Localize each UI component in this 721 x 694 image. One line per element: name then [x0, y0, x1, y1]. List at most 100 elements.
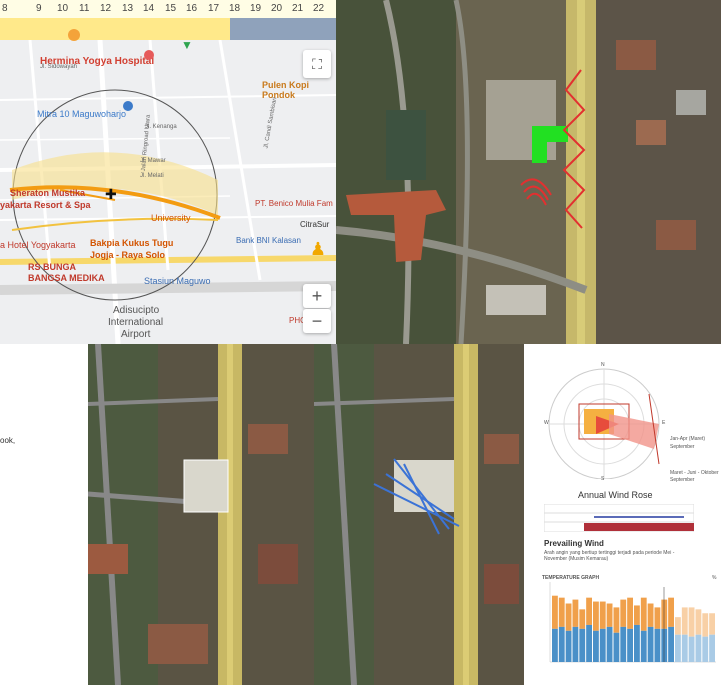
- hour-tick: 14: [143, 3, 155, 14]
- temp-bar-upper: [640, 597, 647, 631]
- place-mitra[interactable]: Mitra 10 Maguwoharjo: [37, 109, 126, 119]
- wind-annotation: Maret - Juni - Oktober: [670, 470, 719, 476]
- hour-tick: 11: [79, 3, 90, 14]
- hour-tick: 10: [57, 3, 69, 14]
- temp-bar-upper: [606, 603, 613, 627]
- green-pin-icon[interactable]: ▼: [181, 38, 193, 52]
- temp-bar-lower: [647, 626, 654, 662]
- place-sheraton-2[interactable]: yakarta Resort & Spa: [0, 200, 91, 210]
- hour-tick: 13: [122, 3, 134, 14]
- place-airport-3[interactable]: Airport: [121, 329, 150, 340]
- temp-bar-lower: [586, 624, 592, 662]
- wind-annotation: September: [670, 444, 695, 450]
- temp-bar-lower: [668, 626, 674, 662]
- temp-bar-upper: [558, 597, 565, 627]
- hour-tick: 19: [250, 3, 262, 14]
- temp-bar-lower: [572, 626, 579, 662]
- temp-bar-lower: [640, 630, 647, 662]
- hour-tick: 12: [100, 3, 112, 14]
- hour-tick: 15: [165, 3, 177, 14]
- hour-tick: 16: [186, 3, 198, 14]
- wind-label-south: S: [601, 476, 605, 482]
- temp-bar-lower: [552, 628, 558, 662]
- climate-info-panel: N E S W Jan-Apr (Maret) September Maret …: [524, 344, 721, 694]
- temp-bar-upper: [579, 609, 586, 629]
- temp-bar-upper: [593, 601, 599, 631]
- temp-bar-lower: [620, 626, 627, 662]
- temp-bar-lower: [599, 628, 606, 662]
- hour-ruler: 8 9 10 11 12 13 14 15 16 17 18 19 20 21 …: [0, 0, 336, 18]
- temp-bar-lower: [627, 628, 633, 662]
- temp-bar-lower: [709, 634, 715, 662]
- temp-graph-unit: %: [712, 575, 717, 581]
- hour-tick: 8: [2, 3, 8, 14]
- temp-bar-lower: [654, 628, 661, 662]
- satellite-view-plot: [88, 344, 314, 685]
- place-bank[interactable]: Bank BNI Kalasan: [236, 236, 301, 245]
- temp-bar-upper: [675, 617, 681, 635]
- temp-bar-lower: [613, 632, 620, 662]
- place-stasiun[interactable]: Stasiun Maguwo: [144, 276, 211, 286]
- shop-pin-icon[interactable]: [123, 101, 133, 111]
- wind-label-east: E: [662, 420, 666, 426]
- place-citrasun[interactable]: CitraSur: [300, 220, 329, 229]
- zoom-in-button[interactable]: +: [303, 284, 331, 308]
- satellite-plot-canvas: [88, 344, 314, 685]
- temp-bar-upper: [702, 613, 709, 637]
- wind-rose: [548, 368, 660, 479]
- temp-bar-upper: [565, 603, 572, 631]
- temp-bar-upper: [634, 605, 640, 625]
- temp-bar-upper: [572, 599, 579, 627]
- wind-label-north: N: [601, 362, 605, 368]
- fullscreen-button[interactable]: ⛶: [303, 50, 331, 78]
- street-label: Jl. Melati: [140, 173, 164, 179]
- temp-bar-upper: [586, 597, 592, 625]
- satellite-view-wind: [314, 344, 524, 685]
- place-rs-bunga-2[interactable]: BANGSA MEDIKA: [28, 273, 105, 283]
- temp-bar-lower: [675, 634, 681, 662]
- street-label: Jl. Kenanga: [145, 124, 177, 130]
- place-bakpia[interactable]: Bakpia Kukus Tugu: [90, 238, 173, 248]
- place-sheraton[interactable]: Sheraton Mustika: [10, 188, 85, 198]
- temp-bar-upper: [552, 595, 558, 629]
- wind-annotation: September: [670, 477, 695, 483]
- wind-table: [544, 504, 694, 532]
- temp-bar-upper: [613, 607, 620, 633]
- temp-bar-upper: [647, 603, 654, 627]
- temp-bar-lower: [558, 626, 565, 662]
- place-university[interactable]: University: [151, 213, 191, 223]
- place-rs-bunga[interactable]: RS BUNGA: [28, 262, 76, 272]
- crosshair-icon: ✚: [105, 186, 117, 202]
- map-panel[interactable]: 8 9 10 11 12 13 14 15 16 17 18 19 20 21 …: [0, 0, 336, 344]
- night-bar: [230, 18, 336, 40]
- zoom-out-button[interactable]: −: [303, 309, 331, 333]
- temp-bar-upper: [654, 607, 661, 629]
- temp-graph-title: TEMPERATURE GRAPH: [542, 575, 600, 581]
- pegman-icon[interactable]: ♟: [307, 239, 329, 263]
- hour-tick: 20: [271, 3, 283, 14]
- satellite-canvas: [336, 0, 721, 344]
- temp-bar-upper: [668, 597, 674, 627]
- temp-bar-lower: [606, 626, 613, 662]
- wind-rose-title: Annual Wind Rose: [578, 490, 653, 500]
- place-hotel[interactable]: a Hotel Yogyakarta: [0, 240, 76, 250]
- place-airport-2[interactable]: International: [108, 317, 163, 328]
- place-bakpia-2[interactable]: Jogja - Raya Solo: [90, 250, 165, 260]
- hospital-pin-icon[interactable]: [144, 50, 154, 60]
- hour-tick: 22: [313, 3, 325, 14]
- satellite-wind-canvas: [314, 344, 524, 685]
- temp-bar-lower: [579, 628, 586, 662]
- temp-bar-lower: [565, 630, 572, 662]
- place-benico[interactable]: PT. Benico Mulia Fam: [255, 199, 333, 208]
- hour-tick: 21: [292, 3, 304, 14]
- prevailing-wind-desc: Arah angin yang bertiup tertinggi terjad…: [544, 550, 675, 562]
- prevailing-wind-title: Prevailing Wind: [544, 539, 604, 548]
- hour-tick: 9: [36, 3, 42, 14]
- place-airport-1[interactable]: Adisucipto: [113, 305, 159, 316]
- street-label: Jl. Sidowayah: [40, 64, 78, 70]
- temp-bar-lower: [634, 624, 640, 662]
- temp-bar-upper: [599, 601, 606, 629]
- satellite-view-site: [336, 0, 721, 344]
- temp-bar-upper: [709, 613, 715, 635]
- temperature-chart: [549, 582, 716, 663]
